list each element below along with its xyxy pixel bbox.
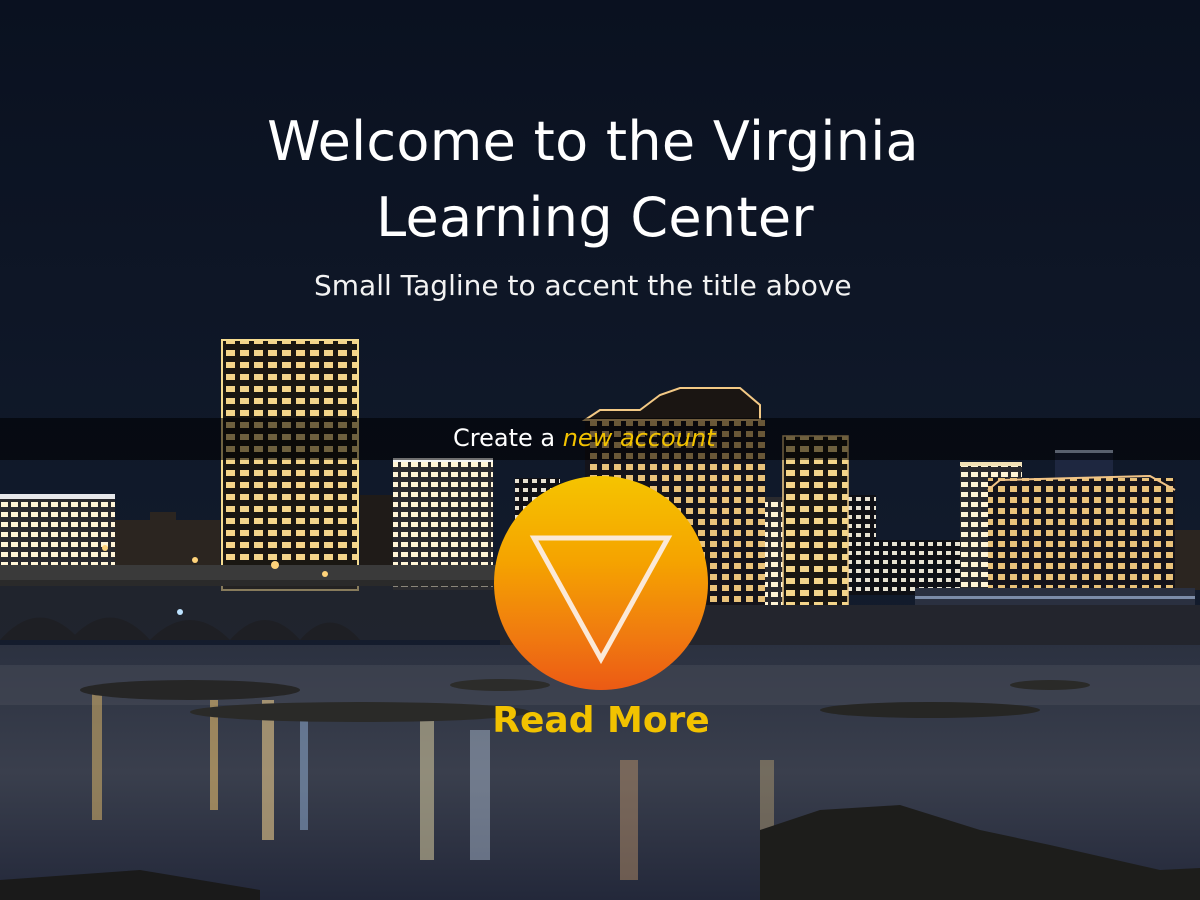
read-more-button[interactable] <box>494 476 708 690</box>
page-title-line1: Welcome to the Virginia <box>267 110 919 173</box>
new-account-link[interactable]: new account <box>563 424 716 452</box>
tagline: Small Tagline to accent the title above <box>314 269 852 302</box>
account-prompt: Create a new account <box>453 423 716 453</box>
page-title-line2: Learning Center <box>376 186 814 249</box>
page-title: Welcome to the Virginia Learning Center <box>0 104 1200 256</box>
read-more-link[interactable]: Read More <box>486 698 716 744</box>
account-prompt-prefix: Create a <box>453 424 563 452</box>
landing-page: Welcome to the Virginia Learning Center … <box>0 0 1200 900</box>
down-triangle-icon <box>529 535 673 665</box>
